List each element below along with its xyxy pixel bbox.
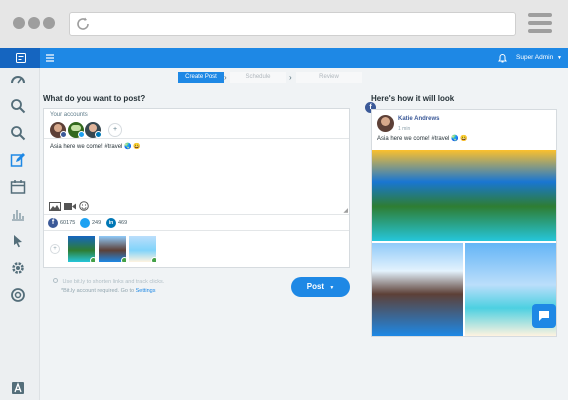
search-alt-icon[interactable] — [10, 125, 26, 141]
window-dot — [43, 17, 55, 29]
composer-heading: What do you want to post? — [43, 94, 146, 103]
twitter-icon — [80, 218, 90, 228]
address-bar[interactable] — [69, 12, 516, 36]
check-icon — [121, 257, 126, 262]
step-schedule[interactable]: Schedule — [230, 72, 286, 83]
browser-chrome — [0, 0, 568, 48]
caret-down-icon: ▼ — [329, 285, 335, 291]
compose-icon[interactable] — [10, 152, 26, 168]
checkbox[interactable] — [53, 278, 58, 283]
settings-link[interactable]: Settings — [136, 288, 156, 294]
window-dot — [13, 17, 25, 29]
sidebar — [0, 68, 40, 400]
main-content: Create Post › Schedule › Review What do … — [40, 68, 568, 400]
twitter-count: 249 — [92, 220, 102, 226]
emoji-icon[interactable] — [79, 201, 89, 211]
app-topbar: Super Admin ▼ — [0, 48, 568, 68]
chevron-right-icon: › — [289, 73, 292, 82]
chevron-down-icon: ▼ — [557, 55, 562, 61]
chat-icon — [539, 311, 549, 321]
add-account-button[interactable]: + — [108, 123, 122, 137]
bell-icon[interactable] — [498, 53, 507, 63]
bitly-note: *Bit.ly account required. Go to Settings — [61, 288, 155, 294]
user-menu[interactable]: Super Admin ▼ — [516, 54, 562, 61]
check-icon — [151, 257, 156, 262]
gear-icon[interactable] — [10, 260, 26, 276]
preview-message: Asia here we come! #travel 🌏 😀 — [377, 136, 468, 142]
browser-menu-icon[interactable] — [528, 13, 552, 33]
message-textarea[interactable]: Asia here we come! #travel 🌏 😀 ◢ — [44, 138, 349, 214]
chat-button[interactable] — [532, 304, 556, 328]
linkedin-count: 469 — [118, 220, 128, 226]
preview-heading: Here's how it will look — [371, 94, 455, 103]
window-dot — [28, 17, 40, 29]
reload-icon[interactable] — [75, 16, 91, 32]
linkedin-badge-icon — [95, 131, 102, 138]
media-thumbnail[interactable] — [99, 236, 126, 262]
step-create-post[interactable]: Create Post — [178, 72, 224, 83]
post-button[interactable]: Post ▼ — [291, 277, 350, 297]
preview-image-temple — [372, 243, 463, 336]
image-upload-icon[interactable] — [49, 202, 61, 211]
chevron-right-icon: › — [224, 73, 227, 82]
post-preview: Katie Andrews 1 min Asia here we come! #… — [371, 109, 557, 337]
facebook-count: 60175 — [60, 220, 76, 226]
add-media-button[interactable]: + — [50, 244, 60, 254]
search-icon[interactable] — [10, 98, 26, 114]
user-name: Super Admin — [516, 54, 554, 61]
stepper: Create Post › Schedule › Review — [178, 72, 362, 83]
post-button-label: Post — [306, 282, 325, 291]
check-icon — [90, 257, 95, 262]
video-upload-icon[interactable] — [64, 202, 76, 211]
shorten-option-label: Use bit.ly to shorten links and track cl… — [62, 279, 165, 285]
linkedin-icon: in — [106, 218, 116, 228]
twitter-badge-icon — [78, 131, 85, 138]
translate-icon[interactable] — [10, 380, 26, 396]
resize-handle-icon[interactable]: ◢ — [343, 207, 348, 214]
preview-image-main — [372, 150, 556, 241]
menu-toggle-icon[interactable] — [46, 54, 54, 62]
facebook-icon: f — [48, 218, 58, 228]
facebook-badge-icon — [60, 131, 67, 138]
step-review[interactable]: Review — [296, 72, 362, 83]
brand-logo[interactable] — [0, 48, 40, 68]
post-time: 1 min — [398, 126, 411, 132]
analytics-icon[interactable] — [10, 206, 26, 222]
accounts-label: Your accounts — [50, 112, 88, 118]
cursor-icon[interactable] — [10, 233, 26, 249]
media-thumbnail[interactable] — [68, 236, 95, 262]
dashboard-icon[interactable] — [10, 72, 26, 88]
shorten-links-option[interactable]: Use bit.ly to shorten links and track cl… — [53, 278, 164, 285]
author-avatar — [377, 115, 394, 132]
help-icon[interactable] — [10, 287, 26, 303]
bitly-note-text: *Bit.ly account required. Go to — [61, 288, 135, 294]
calendar-icon[interactable] — [10, 179, 26, 195]
author-name: Katie Andrews — [398, 116, 440, 122]
message-text: Asia here we come! #travel 🌏 😀 — [50, 144, 141, 150]
logo-icon — [16, 53, 26, 63]
audience-stats: f 60175 249 in 469 — [44, 214, 349, 231]
media-thumbnail[interactable] — [129, 236, 156, 262]
